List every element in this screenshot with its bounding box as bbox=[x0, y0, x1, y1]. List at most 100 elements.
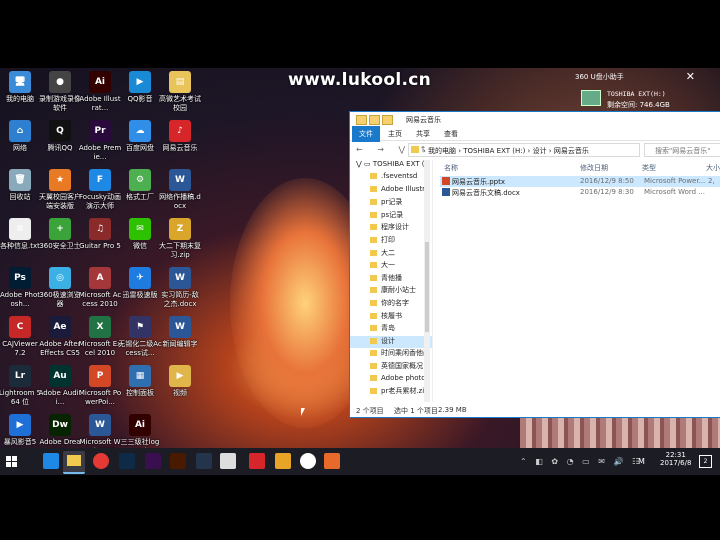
close-icon[interactable]: ✕ bbox=[686, 70, 695, 83]
taskbar-qq-icon[interactable] bbox=[220, 453, 236, 469]
desktop-icon-label: 实习简历-敌之杰.docx bbox=[161, 291, 199, 308]
title-bar[interactable]: 网易云音乐 bbox=[350, 112, 720, 126]
tab-home[interactable]: 主页 bbox=[388, 129, 402, 139]
nav-folder-item[interactable]: 核履书 bbox=[370, 311, 432, 323]
nav-folder-item[interactable]: ps记录 bbox=[370, 210, 432, 222]
desktop-icon[interactable]: ⌂ 网络 bbox=[0, 120, 42, 153]
system-tray[interactable]: ⌃ ◧ ✿ ◔ ▭ ✉ 🔊 ☷ M bbox=[520, 457, 645, 466]
desktop-icon[interactable]: Pr Adobe Premie... bbox=[78, 120, 122, 162]
desktop-icon[interactable]: ✉ 微信 bbox=[118, 218, 162, 251]
nav-folder-item[interactable]: 英德国家概况 bbox=[370, 361, 432, 373]
taskbar-tianyi-icon[interactable] bbox=[275, 453, 291, 469]
windows-start-icon[interactable] bbox=[6, 456, 17, 467]
desktop-icon[interactable]: W 新闻编辑字 bbox=[158, 316, 202, 349]
desktop-icon[interactable]: Au Adobe Auditi... bbox=[38, 365, 82, 407]
desktop-icon[interactable]: ◎ 360极速浏览器 bbox=[38, 267, 82, 309]
desktop-icon[interactable]: ▦ 控制面板 bbox=[118, 365, 162, 398]
scrollbar-thumb[interactable] bbox=[425, 242, 429, 332]
desktop-icon[interactable]: Ai Adobe Illustrat... bbox=[78, 71, 122, 113]
column-size[interactable]: 大小 bbox=[706, 163, 720, 173]
taskbar-explorer-icon[interactable] bbox=[63, 451, 85, 474]
taskbar-edge-icon[interactable] bbox=[43, 453, 59, 469]
desktop-icon[interactable]: ★ 天翼校园客户端安装版 bbox=[38, 169, 82, 211]
nav-folder-item[interactable]: 青岛 bbox=[370, 323, 432, 335]
tab-view[interactable]: 查看 bbox=[444, 129, 458, 139]
column-name[interactable]: 名称 bbox=[444, 163, 458, 173]
nav-folder-item[interactable]: 时间乘闲香他画 bbox=[370, 348, 432, 360]
nav-folder-item[interactable]: 设计 bbox=[350, 335, 432, 348]
desktop-icon[interactable]: ≡ 各种信息.txt bbox=[0, 218, 42, 251]
taskbar-white-app-icon[interactable] bbox=[300, 453, 316, 469]
nav-folder-item[interactable]: 大二 bbox=[370, 248, 432, 260]
desktop-icon[interactable]: Lr Lightroom 5 64 位 bbox=[0, 365, 42, 407]
desktop-icon[interactable]: ▤ 高微艺术考试校园 bbox=[158, 71, 202, 113]
desktop-icon[interactable]: Q 腾讯QQ bbox=[38, 120, 82, 153]
nav-folder-item[interactable]: Adobe Illustr bbox=[370, 185, 432, 197]
tab-share[interactable]: 共享 bbox=[416, 129, 430, 139]
nav-root-drive[interactable]: ⋁ ▭ TOSHIBA EXT ( bbox=[356, 160, 425, 168]
nav-folder-item[interactable]: Adobe photo bbox=[370, 374, 432, 386]
desktop-icon[interactable]: ♫ Guitar Pro 5 bbox=[78, 218, 122, 251]
desktop-icon[interactable]: P Microsoft PowerPoi... bbox=[78, 365, 122, 407]
desktop-icon-label: 各种信息.txt bbox=[0, 242, 40, 250]
taskbar-illustrator-icon[interactable] bbox=[170, 453, 186, 469]
taskbar-photoshop-icon[interactable] bbox=[119, 453, 135, 469]
taskbar-chrome-like-icon[interactable] bbox=[93, 453, 109, 469]
desktop-icon[interactable]: W 网络作播稿.docx bbox=[158, 169, 202, 211]
desktop-icon[interactable]: Z 大二下期末复习.zip bbox=[158, 218, 202, 260]
taskbar-netease-music-icon[interactable] bbox=[249, 453, 265, 469]
desktop-icon[interactable]: A Microsoft Access 2010 bbox=[78, 267, 122, 309]
desktop-icon[interactable]: Ps Adobe Photosh... bbox=[0, 267, 42, 309]
nav-folder-item[interactable]: 大一 bbox=[370, 260, 432, 272]
desktop-icon[interactable]: ⚙ 格式工厂 bbox=[118, 169, 162, 202]
file-row[interactable]: 网易云音乐文稿.docx 2016/12/9 8:30 Microsoft Word… bbox=[440, 187, 720, 198]
desktop-icon[interactable]: ⚑ 无锡化二级Access试... bbox=[118, 316, 162, 358]
app-icon: Dw bbox=[49, 414, 71, 436]
desktop-icon[interactable]: Ae Adobe After Effects CS5 bbox=[38, 316, 82, 358]
nav-folder-item[interactable]: 你的名字 bbox=[370, 298, 432, 310]
nav-folder-item[interactable]: 程序设计 bbox=[370, 222, 432, 234]
taskbar-premiere-icon[interactable] bbox=[145, 453, 161, 469]
desktop-icon[interactable]: X Microsoft Excel 2010 bbox=[78, 316, 122, 358]
clock[interactable]: 22:31 2017/6/8 bbox=[660, 451, 691, 467]
desktop-icon[interactable]: 🖥 我的电脑 bbox=[0, 71, 42, 104]
navigation-pane[interactable]: ⋁ ▭ TOSHIBA EXT ( .fseventsd Adobe Illust… bbox=[350, 160, 433, 402]
search-input[interactable]: 搜索"网易云音乐" bbox=[644, 143, 720, 157]
desktop-icon[interactable]: +360安全卫士 bbox=[38, 218, 82, 251]
desktop-icon[interactable]: ✈ 迅雷极速版 bbox=[118, 267, 162, 300]
desktop-icon[interactable]: ♪ 网易云音乐 bbox=[158, 120, 202, 153]
tab-file[interactable]: 文件 bbox=[352, 126, 380, 142]
desktop-icon[interactable]: C CAJViewer 7.2 bbox=[0, 316, 42, 358]
address-bar[interactable]: › 我的电脑 › TOSHIBA EXT (H:) › 设计 › 网易云音乐 bbox=[408, 143, 640, 157]
app-icon: ✉ bbox=[129, 218, 151, 240]
folder-icon bbox=[370, 262, 377, 269]
nav-folder-item[interactable]: pr记录 bbox=[370, 197, 432, 209]
breadcrumb[interactable]: › 我的电脑 › TOSHIBA EXT (H:) › 设计 › 网易云音乐 bbox=[423, 146, 589, 156]
taskbar-lightroom-icon[interactable] bbox=[196, 453, 212, 469]
nav-scrollbar[interactable] bbox=[424, 160, 430, 402]
desktop-icon[interactable]: ☁ 百度网盘 bbox=[118, 120, 162, 153]
desktop-icon[interactable]: ▶ QQ影音 bbox=[118, 71, 162, 104]
column-type[interactable]: 类型 bbox=[642, 163, 656, 173]
file-explorer-window[interactable]: 网易云音乐 文件 主页 共享 查看 ← → ⋁ ↑ › 我的电脑 › TOSHI… bbox=[349, 111, 720, 418]
nav-folder-item[interactable]: 打印 bbox=[370, 235, 432, 247]
usb-notification[interactable]: 360 U盘小助手 ✕ TOSHIBA EXT(H:) 剩余空间: 746.4G… bbox=[575, 70, 715, 112]
desktop-icon[interactable]: ● 录制游戏录像软件 bbox=[38, 71, 82, 113]
notification-center-icon[interactable]: 2 bbox=[699, 455, 712, 468]
new-folder-icon bbox=[382, 115, 393, 125]
nav-folder-item[interactable]: 康耐小站士 bbox=[370, 285, 432, 297]
tray-icons[interactable]: ⌃ ◧ ✿ ◔ ▭ ✉ 🔊 ☷ bbox=[520, 457, 642, 466]
desktop-icon[interactable]: ▶ 暴风影音5 bbox=[0, 414, 42, 447]
desktop-icon[interactable]: ▶ 视频 bbox=[158, 365, 202, 398]
taskbar-focusky-icon[interactable] bbox=[324, 453, 340, 469]
nav-folder-item[interactable]: 青他播 bbox=[370, 273, 432, 285]
file-row[interactable]: 网易云音乐.pptx 2016/12/9 8:50 Microsoft Power.… bbox=[440, 176, 720, 187]
desktop-icon[interactable]: F Focusky动画演示大师 bbox=[78, 169, 122, 211]
nav-folder-item[interactable]: .fseventsd bbox=[370, 172, 432, 184]
nav-folder-item[interactable]: pr老兵累材.zip bbox=[370, 386, 432, 398]
quick-access-toolbar[interactable] bbox=[356, 115, 400, 125]
column-date[interactable]: 修改日期 bbox=[580, 163, 608, 173]
input-language[interactable]: M bbox=[638, 457, 645, 466]
desktop-icon[interactable]: W 实习简历-敌之杰.docx bbox=[158, 267, 202, 309]
desktop-icon[interactable]: 🗑 回收站 bbox=[0, 169, 42, 202]
